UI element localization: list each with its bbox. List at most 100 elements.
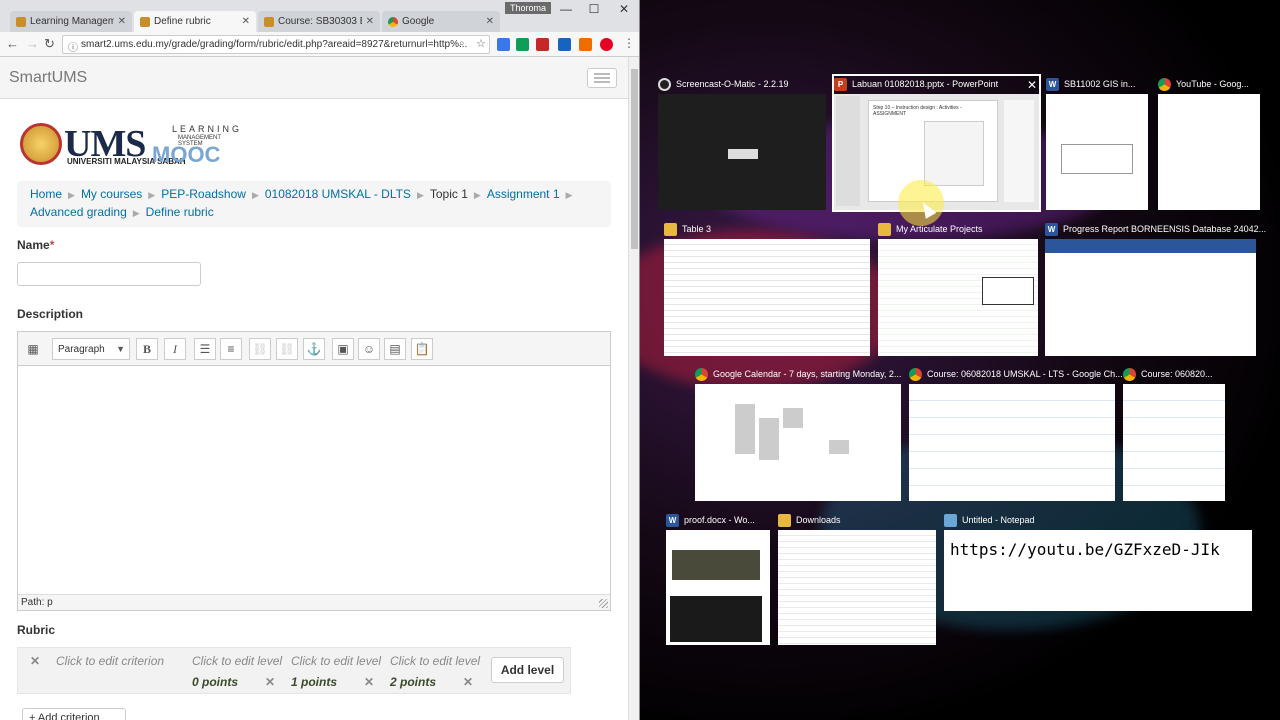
window-thumb-progress-report[interactable]: W Progress Report BORNEENSIS Database 240…	[1045, 221, 1266, 356]
anchor-icon[interactable]: ⚓	[303, 338, 325, 360]
back-icon[interactable]: ←	[6, 36, 19, 51]
logo-mooc-text: MOOC	[152, 142, 221, 167]
tab-define-rubric[interactable]: Define rubric ✕	[134, 11, 256, 32]
window-thumb-course-2[interactable]: Course: 060820...	[1123, 366, 1225, 501]
tab-google[interactable]: Google ✕	[382, 11, 500, 32]
tab-label: Define rubric	[154, 16, 211, 27]
criterion-description[interactable]: Click to edit criterion	[56, 654, 164, 668]
emoticon-icon[interactable]: ☺	[358, 338, 380, 360]
extension-icon[interactable]	[497, 38, 510, 51]
window-thumb-articulate[interactable]: My Articulate Projects	[878, 221, 1038, 356]
toolbar-toggle-icon[interactable]: ▦	[22, 338, 44, 360]
tab-course[interactable]: Course: SB30303 BIOLO ✕	[258, 11, 380, 32]
breadcrumb-separator: ▶	[132, 208, 140, 218]
maximize-icon[interactable]: ☐	[580, 2, 608, 16]
close-icon[interactable]: ✕	[1027, 78, 1037, 92]
window-thumb-proof[interactable]: Wproof.docx - Wo...	[666, 512, 770, 645]
paste-icon[interactable]: 📋	[411, 338, 433, 360]
breadcrumb-my-courses[interactable]: My courses	[81, 187, 142, 201]
breadcrumb-separator: ▶	[251, 190, 259, 200]
extension-icon[interactable]	[536, 38, 549, 51]
site-favicon	[264, 16, 274, 27]
reload-icon[interactable]: ↻	[44, 36, 55, 52]
level-1-score[interactable]: 1 points	[291, 675, 337, 689]
level-2-definition[interactable]: Click to edit level	[390, 654, 480, 668]
link-icon[interactable]: ⛓	[249, 338, 271, 360]
pinterest-icon[interactable]	[600, 38, 613, 51]
window-title: YouTube - Goog...	[1176, 79, 1249, 89]
address-bar[interactable]: ⓘ smart2.ums.edu.my/grade/grading/form/r…	[62, 35, 490, 54]
site-brand[interactable]: SmartUMS	[9, 69, 87, 87]
window-thumb-course-lts[interactable]: Course: 06082018 UMSKAL - LTS - Google C…	[909, 366, 1123, 501]
bullet-list-icon[interactable]: ☰	[194, 338, 216, 360]
google-favicon	[388, 16, 398, 27]
hamburger-menu-button[interactable]	[587, 68, 617, 88]
image-icon[interactable]: ▣	[332, 338, 354, 360]
ums-logo[interactable]: UMS LEARNING MANAGEMENT SYSTEM UNIVERSIT…	[20, 120, 239, 170]
level-2-score[interactable]: 2 points	[390, 675, 436, 689]
close-icon[interactable]: ✕	[486, 16, 494, 27]
level-0-definition[interactable]: Click to edit level	[192, 654, 282, 668]
breadcrumb-define-rubric[interactable]: Define rubric	[146, 205, 214, 219]
italic-icon[interactable]: I	[164, 338, 186, 360]
add-level-button[interactable]: Add level	[491, 657, 564, 683]
zoom-icon[interactable]: ⌕	[459, 38, 465, 49]
page-scrollbar[interactable]	[628, 57, 639, 720]
window-thumb-youtube[interactable]: YouTube - Goog...	[1158, 76, 1260, 210]
window-thumb-table3[interactable]: Table 3	[664, 221, 870, 356]
level-1-definition[interactable]: Click to edit level	[291, 654, 381, 668]
extension-icon[interactable]	[558, 38, 571, 51]
bold-icon[interactable]: B	[136, 338, 158, 360]
window-title: SB11002 GIS in...	[1064, 79, 1136, 89]
scrollbar-thumb[interactable]	[631, 69, 638, 249]
breadcrumb-advanced-grading[interactable]: Advanced grading	[30, 205, 127, 219]
name-input[interactable]	[17, 262, 201, 286]
tab-learning-management[interactable]: Learning Management ✕	[10, 11, 132, 32]
chevron-down-icon: ▼	[116, 344, 125, 354]
window-thumb-calendar[interactable]: Google Calendar - 7 days, starting Monda…	[695, 366, 901, 501]
breadcrumb-course[interactable]: PEP-Roadshow	[161, 187, 246, 201]
delete-level-icon[interactable]: ✕	[364, 675, 374, 689]
media-icon[interactable]: ▤	[384, 338, 406, 360]
breadcrumb-assignment[interactable]: Assignment 1	[487, 187, 560, 201]
close-icon[interactable]: ✕	[242, 16, 250, 27]
close-icon[interactable]: ✕	[118, 16, 126, 27]
calendar-event	[829, 440, 849, 454]
document-table	[1061, 144, 1133, 174]
description-editor: ▦ Paragraph ▼ B I ☰ ≡ ⛓ ⛓ ⚓ ▣ ☺ ▤ 📋 Path:…	[17, 331, 611, 611]
info-icon[interactable]: ⓘ	[68, 39, 78, 53]
paragraph-format-select[interactable]: Paragraph ▼	[52, 338, 130, 360]
window-thumb-downloads[interactable]: Downloads	[778, 512, 936, 645]
notepad-icon	[944, 513, 957, 527]
profile-badge[interactable]: Thoroma	[505, 2, 552, 14]
window-thumb-notepad[interactable]: Untitled - Notepad https://youtu.be/GZFx…	[944, 512, 1252, 611]
numbered-list-icon[interactable]: ≡	[220, 338, 242, 360]
delete-level-icon[interactable]: ✕	[463, 675, 473, 689]
resize-handle-icon[interactable]	[599, 599, 608, 608]
add-criterion-button[interactable]: + Add criterion	[22, 708, 126, 720]
window-thumb-word-gis[interactable]: W SB11002 GIS in...	[1046, 76, 1148, 210]
unlink-icon[interactable]: ⛓	[276, 338, 298, 360]
minimize-icon[interactable]: —	[552, 2, 580, 16]
delete-criterion-icon[interactable]: ✕	[30, 654, 40, 668]
breadcrumb-section[interactable]: 01082018 UMSKAL - DLTS	[265, 187, 411, 201]
window-thumb-screencast[interactable]: Screencast-O-Matic - 2.2.19	[658, 76, 826, 210]
close-icon[interactable]: ✕	[366, 16, 374, 27]
page-content: SmartUMS UMS LEARNING MANAGEMENT SYSTEM …	[0, 57, 628, 720]
bookmark-star-icon[interactable]: ☆	[476, 37, 486, 50]
menu-kebab-icon[interactable]: ⋮	[623, 36, 635, 50]
drive-icon[interactable]	[516, 38, 529, 51]
tab-strip: Learning Management ✕ Define rubric ✕ Co…	[0, 0, 639, 32]
slide-notes	[1004, 100, 1034, 202]
close-window-icon[interactable]: ✕	[610, 2, 638, 16]
chrome-icon	[1123, 367, 1136, 381]
window-title: Course: 06082018 UMSKAL - LTS - Google C…	[927, 369, 1123, 379]
screencast-icon	[658, 77, 671, 91]
forward-icon[interactable]: →	[26, 36, 39, 51]
extension-icon[interactable]	[579, 38, 592, 51]
level-0-score[interactable]: 0 points	[192, 675, 238, 689]
editor-content-area[interactable]	[18, 366, 610, 594]
delete-level-icon[interactable]: ✕	[265, 675, 275, 689]
breadcrumb-home[interactable]: Home	[30, 187, 62, 201]
window-title: Course: 060820...	[1141, 369, 1213, 379]
